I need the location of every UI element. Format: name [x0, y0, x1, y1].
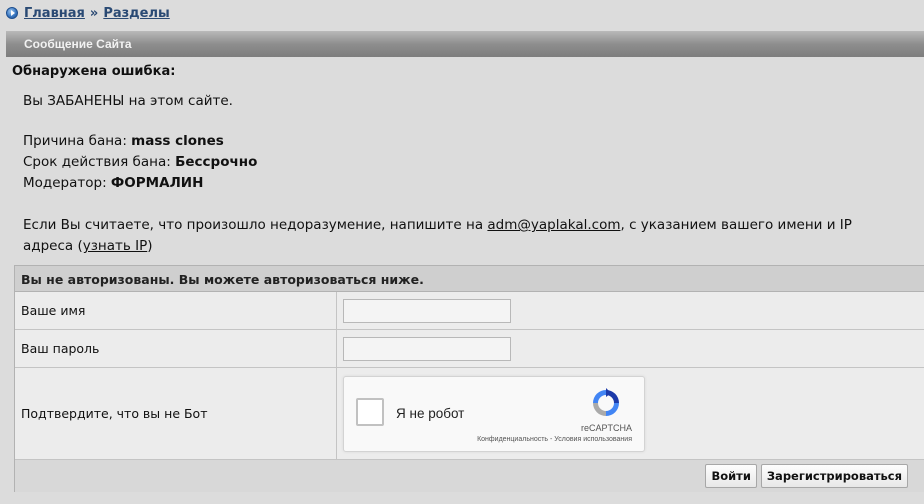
contact-text-after: , с указанием вашего имени и IP [620, 217, 852, 233]
captcha-label: Подтвердите, что вы не Бот [15, 368, 337, 459]
auth-actions: Войти Зарегистрироваться [15, 460, 924, 492]
auth-header: Вы не авторизованы. Вы можете авторизова… [15, 266, 924, 292]
password-input[interactable] [343, 336, 511, 361]
auth-form: Вы не авторизованы. Вы можете авторизова… [14, 265, 924, 492]
auth-row-name: Ваше имя [15, 292, 924, 330]
site-message-title: Сообщение Сайта [24, 37, 132, 51]
breadcrumb-sections-link[interactable]: Разделы [103, 6, 169, 21]
name-label: Ваше имя [15, 292, 337, 329]
ban-reason: Причина бана: mass clones [23, 133, 224, 149]
password-field-cell [337, 330, 924, 367]
contact-line2-after: ) [147, 238, 153, 254]
captcha-field-cell: Я не робот reCAPTCHA Конфиденциальность … [337, 368, 924, 459]
ban-reason-value: mass clones [131, 133, 224, 149]
auth-row-captcha: Подтвердите, что вы не Бот Я не робот re… [15, 368, 924, 460]
recaptcha-label: Я не робот [396, 405, 465, 421]
contact-line-1: Если Вы считаете, что произошло недоразу… [23, 217, 852, 233]
play-circle-icon [6, 7, 18, 19]
auth-row-password: Ваш пароль [15, 330, 924, 368]
moderator-label: Модератор: [23, 175, 111, 191]
login-button[interactable]: Войти [705, 464, 757, 488]
recaptcha-brand: reCAPTCHA [580, 422, 632, 433]
name-field-cell [337, 292, 924, 329]
recaptcha-links[interactable]: Конфиденциальность - Условия использован… [477, 436, 632, 443]
password-label: Ваш пароль [15, 330, 337, 367]
recaptcha-logo-icon [593, 387, 619, 416]
ban-term-label: Срок действия бана: [23, 154, 176, 170]
ban-term-value: Бессрочно [175, 154, 258, 170]
breadcrumb-separator: » [89, 5, 99, 21]
contact-email-link[interactable]: adm@yaplakal.com [487, 217, 620, 233]
contact-line-2: адреса (узнать IP) [23, 238, 153, 254]
find-ip-link[interactable]: узнать IP [83, 238, 148, 254]
moderator-value: ФОРМАЛИН [110, 175, 204, 191]
banned-message: Вы ЗАБАНЕНЫ на этом сайте. [23, 93, 233, 109]
ban-term: Срок действия бана: Бессрочно [23, 154, 257, 170]
contact-text-before: Если Вы считаете, что произошло недоразу… [23, 217, 488, 233]
contact-line2-before: адреса ( [23, 238, 83, 254]
name-input[interactable] [343, 298, 511, 323]
error-title: Обнаружена ошибка: [12, 64, 176, 79]
ban-reason-label: Причина бана: [23, 133, 132, 149]
site-message-header: Сообщение Сайта [6, 31, 924, 57]
recaptcha-widget: Я не робот reCAPTCHA Конфиденциальность … [343, 375, 645, 452]
register-button[interactable]: Зарегистрироваться [760, 464, 908, 488]
breadcrumb-home-link[interactable]: Главная [24, 6, 85, 21]
recaptcha-checkbox[interactable] [356, 397, 384, 426]
breadcrumb: Главная » Разделы [6, 4, 170, 22]
ban-moderator: Модератор: ФОРМАЛИН [23, 175, 203, 191]
